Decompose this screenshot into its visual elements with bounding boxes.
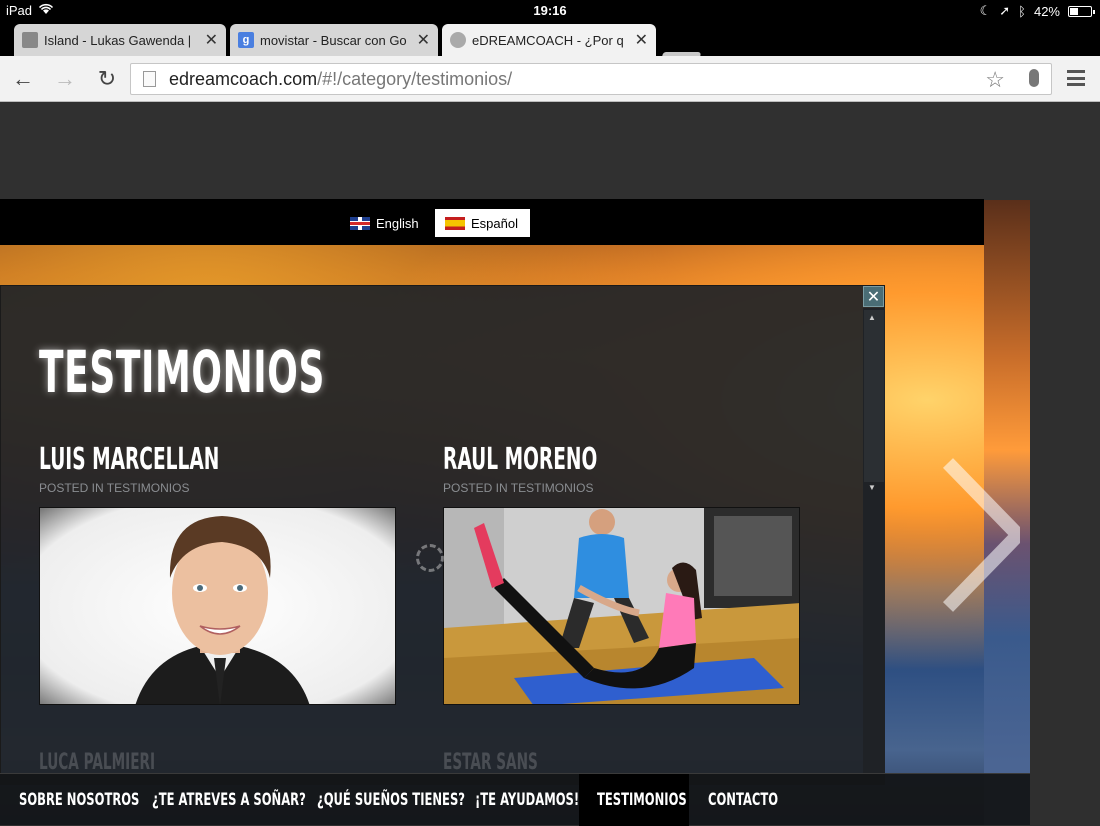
battery-percent: 42% xyxy=(1033,3,1060,19)
main-navigation: SOBRE NOSOTROS ¿TE ATREVES A SOÑAR? ¿QUÉ… xyxy=(0,773,1030,826)
tab-movistar[interactable]: g movistar - Buscar con Go ✕ xyxy=(230,24,438,56)
tab-title: movistar - Buscar con Go xyxy=(260,32,407,48)
testimonial-photo-raul[interactable] xyxy=(443,507,800,705)
back-arrow-icon[interactable]: ← xyxy=(10,66,36,92)
forward-arrow-icon[interactable]: → xyxy=(52,66,78,92)
site-favicon-icon xyxy=(22,32,38,48)
tab-title: eDREAMCOACH - ¿Por q xyxy=(472,32,624,48)
battery-icon xyxy=(1068,5,1095,17)
next-testimonial-name: LUCA PALMIERI xyxy=(39,750,156,775)
bookmark-star-icon[interactable]: ☆ xyxy=(985,67,1005,93)
bluetooth-icon: ᛒ xyxy=(1018,3,1026,19)
close-modal-button[interactable]: ✕ xyxy=(863,286,884,307)
browser-toolbar: ← → ↻ edreamcoach.com/#!/category/testim… xyxy=(0,56,1100,102)
tab-edreamcoach[interactable]: eDREAMCOACH - ¿Por q ✕ xyxy=(442,24,656,56)
testimonial-meta[interactable]: POSTED IN TESTIMONIOS xyxy=(39,481,189,495)
scroll-down-arrow-icon[interactable]: ▼ xyxy=(868,483,876,492)
close-tab-icon[interactable]: ✕ xyxy=(205,30,218,50)
language-label: English xyxy=(376,215,419,231)
google-favicon-icon: g xyxy=(238,32,254,48)
language-espanol[interactable]: Español xyxy=(435,209,530,237)
browser-tab-strip: Island - Lukas Gawenda | ✕ g movistar - … xyxy=(0,22,1100,72)
clock: 19:16 xyxy=(533,3,567,18)
microphone-icon[interactable] xyxy=(1029,69,1039,87)
nav-contacto[interactable]: CONTACTO xyxy=(708,774,811,826)
nav-testimonios[interactable]: TESTIMONIOS xyxy=(579,774,689,826)
language-label: Español xyxy=(471,215,518,231)
spain-flag-icon xyxy=(445,216,465,230)
url-text[interactable]: edreamcoach.com/#!/category/testimonios/ xyxy=(169,69,512,90)
next-chevron-icon[interactable] xyxy=(940,455,1028,615)
reload-icon[interactable]: ↻ xyxy=(94,66,120,92)
scrollbar-thumb[interactable] xyxy=(864,310,884,482)
globe-favicon-icon xyxy=(450,32,466,48)
testimonial-photo-luis[interactable] xyxy=(39,507,396,705)
close-tab-icon[interactable]: ✕ xyxy=(635,30,648,50)
address-bar[interactable]: edreamcoach.com/#!/category/testimonios/… xyxy=(130,63,1052,95)
loading-spinner-icon xyxy=(416,544,444,572)
close-tab-icon[interactable]: ✕ xyxy=(417,30,430,50)
moon-icon: ☾ xyxy=(979,3,992,18)
tab-island[interactable]: Island - Lukas Gawenda | ✕ xyxy=(14,24,226,56)
scroll-up-arrow-icon[interactable]: ▲ xyxy=(868,313,876,322)
uk-flag-icon xyxy=(350,216,370,230)
testimonial-name[interactable]: LUIS MARCELLAN xyxy=(39,442,219,477)
page-icon xyxy=(143,71,156,87)
location-icon: ➚ xyxy=(999,3,1011,18)
ios-status-bar: iPad 19:16 ☾ ➚ ᛒ 42% xyxy=(0,0,1100,22)
language-bar: English Español xyxy=(0,199,984,245)
language-english[interactable]: English xyxy=(340,209,429,237)
next-testimonial-name: ESTAR SANS xyxy=(443,750,538,775)
menu-icon[interactable] xyxy=(1067,70,1085,86)
testimonial-name[interactable]: RAUL MORENO xyxy=(443,442,597,477)
section-title: TESTIMONIOS xyxy=(39,338,326,406)
tab-title: Island - Lukas Gawenda | xyxy=(44,32,192,48)
testimonial-meta[interactable]: POSTED IN TESTIMONIOS xyxy=(443,481,593,495)
